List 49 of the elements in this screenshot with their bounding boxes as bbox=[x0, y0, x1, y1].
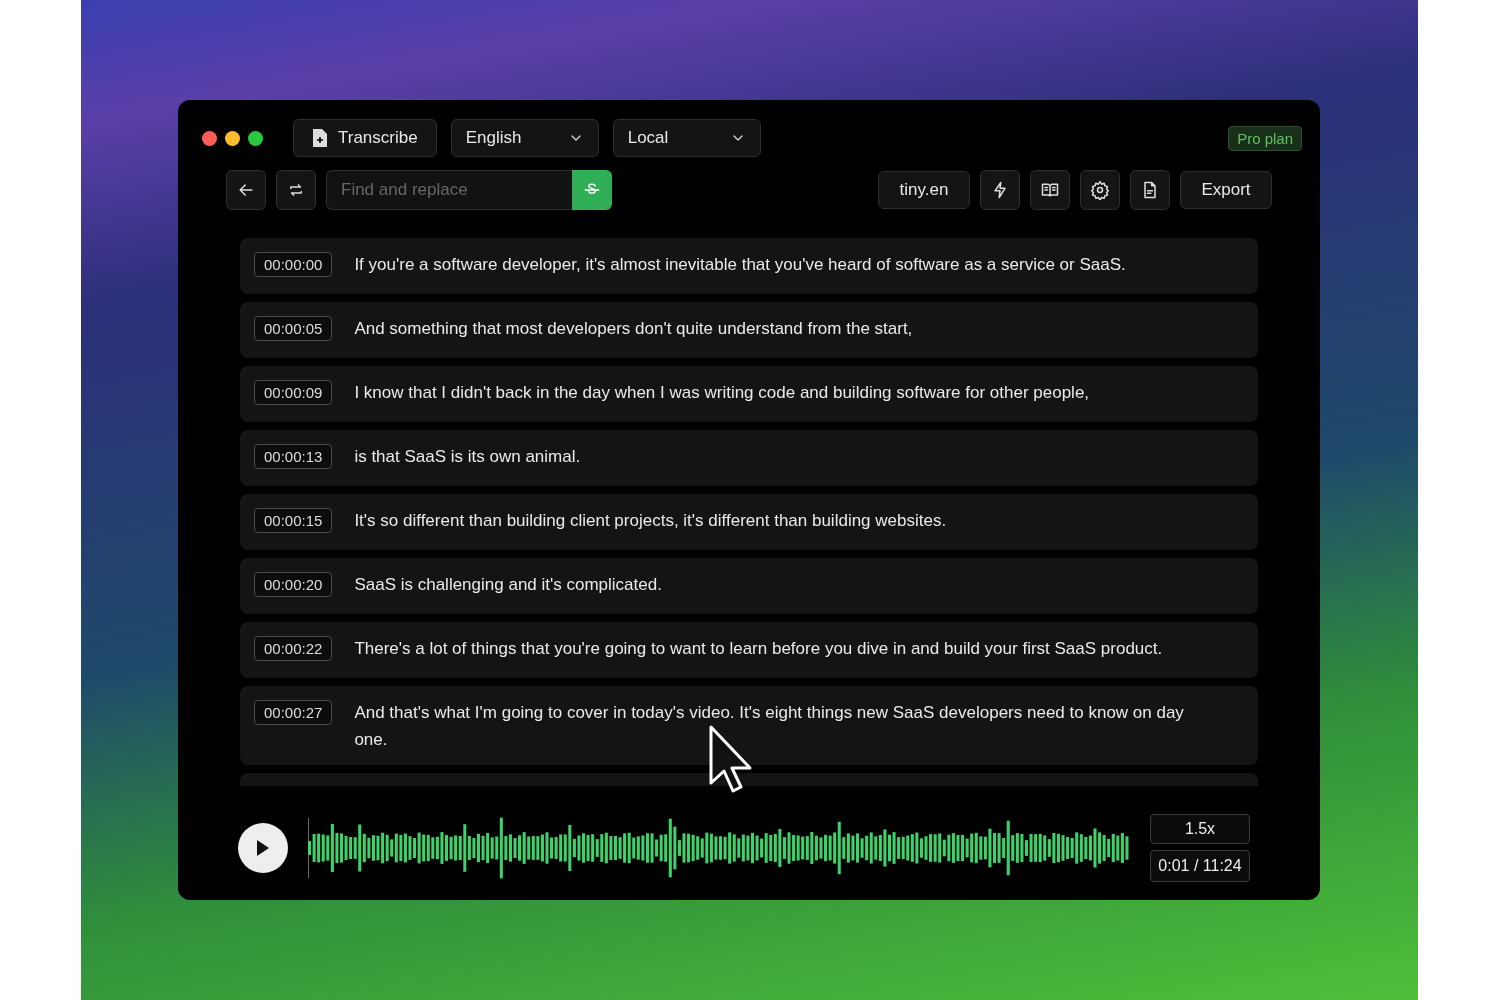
timestamp[interactable]: 00:00:09 bbox=[254, 380, 333, 405]
transcript-text: It's so different than building client projects, it's different than building websites. bbox=[354, 510, 947, 532]
minimize-button[interactable] bbox=[225, 130, 240, 146]
transcribe-button[interactable]: Transcribe bbox=[293, 119, 437, 157]
waveform-drawing[interactable] bbox=[308, 816, 1130, 880]
transcript-text: SaaS is challenging and it's complicated. bbox=[354, 574, 662, 596]
transcript-text: If you're a software developer, it's almost inevitable that you've heard of software as a service or SaaS. bbox=[354, 254, 1126, 276]
back-button[interactable] bbox=[226, 170, 266, 210]
model-button[interactable]: tiny.en bbox=[878, 171, 970, 209]
timestamp[interactable]: 00:00:13 bbox=[254, 444, 333, 469]
lightning-button[interactable] bbox=[980, 170, 1020, 210]
mouse-pointer-icon bbox=[708, 725, 752, 793]
timestamp[interactable]: 00:00:27 bbox=[254, 700, 333, 725]
document-button[interactable] bbox=[1130, 170, 1170, 210]
play-icon bbox=[256, 839, 270, 857]
zoom-button[interactable] bbox=[248, 130, 263, 146]
transcript-text: And that's what I'm going to cover in today's video. It's eight things new SaaS developers need to know on day one. bbox=[354, 702, 1185, 751]
close-button[interactable] bbox=[202, 130, 217, 146]
repeat-button[interactable] bbox=[276, 170, 316, 210]
timestamp[interactable]: 00:00:20 bbox=[254, 572, 333, 597]
transcript-text: I know that I didn't back in the day when I was writing code and building software for other people, bbox=[354, 382, 1090, 404]
transcript-row[interactable]: 00:00:27 And that's what I'm going to cover in today's video. It's eight things new SaaS developers need to know on day one. bbox=[240, 686, 1258, 765]
transcript-row[interactable]: 00:00:05 And something that most developers don't quite understand from the start, bbox=[240, 302, 1258, 358]
language-dropdown[interactable]: English bbox=[450, 119, 599, 157]
transcript-row[interactable]: 00:00:13 is that SaaS is its own animal. bbox=[240, 430, 1258, 486]
plan-badge: Pro plan bbox=[1228, 125, 1302, 151]
transcript-row[interactable]: 00:00:20 SaaS is challenging and it's complicated. bbox=[240, 558, 1258, 614]
speed-button[interactable]: 1.5x bbox=[1150, 814, 1250, 844]
transcript-text: There's a lot of things that you're going to want to learn before you dive in and build your first SaaS product. bbox=[354, 638, 1163, 660]
timestamp[interactable]: 00:00:22 bbox=[254, 636, 333, 661]
book-button[interactable] bbox=[1030, 170, 1070, 210]
timestamp[interactable]: 00:00:00 bbox=[254, 252, 333, 277]
repeat-icon bbox=[287, 181, 305, 199]
transcript-row[interactable]: 00:00:09 I know that I didn't back in the day when I was writing code and building software for other people, bbox=[240, 366, 1258, 422]
settings-button[interactable] bbox=[1080, 170, 1120, 210]
transcript-row[interactable]: 00:00:00 If you're a software developer, it's almost inevitable that you've heard of software as a service or SaaS. bbox=[240, 238, 1258, 294]
transcript-text: is that SaaS is its own animal. bbox=[354, 446, 581, 468]
play-button[interactable] bbox=[238, 823, 288, 873]
timestamp[interactable]: 00:00:15 bbox=[254, 508, 333, 533]
document-plus-icon bbox=[312, 128, 328, 148]
find-replace-field[interactable]: Find and replace bbox=[326, 170, 572, 210]
transcript-text: And something that most developers don't quite understand from the start, bbox=[354, 318, 913, 340]
export-button[interactable]: Export bbox=[1180, 171, 1272, 209]
settings-icon bbox=[1090, 180, 1110, 200]
transcript-row[interactable]: 00:00:15 It's so different than building client projects, it's different than building websites. bbox=[240, 494, 1258, 550]
engine-dropdown[interactable]: Local bbox=[612, 119, 761, 157]
timestamp[interactable]: 00:00:05 bbox=[254, 316, 333, 341]
playback-time: 0:01 / 11:24 bbox=[1150, 850, 1250, 882]
transcript-row[interactable]: 00:00:22 There's a lot of things that you're going to want to learn before you dive in and build your first SaaS product. bbox=[240, 622, 1258, 678]
